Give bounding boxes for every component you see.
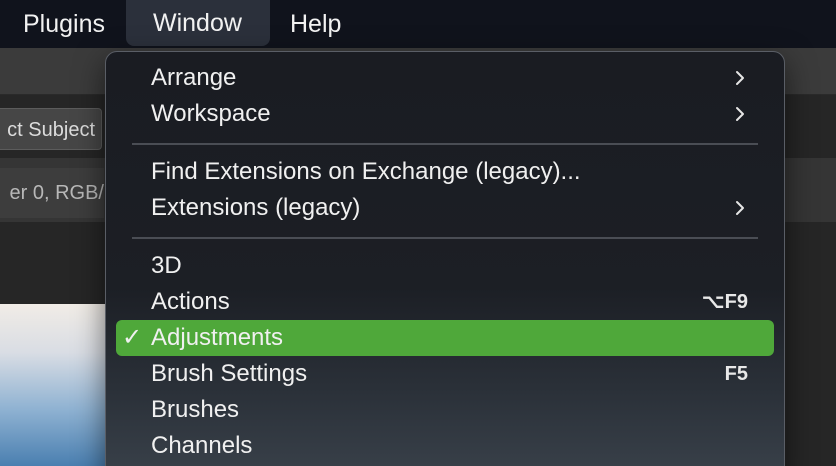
menubar-window[interactable]: Window: [126, 0, 270, 46]
menu-item-arrange[interactable]: Arrange: [116, 60, 774, 96]
menubar-plugins[interactable]: Plugins: [23, 0, 105, 48]
menubar-help[interactable]: Help: [290, 0, 341, 48]
chevron-right-icon: [736, 201, 744, 215]
select-subject-button[interactable]: ct Subject: [0, 108, 102, 150]
menu-item-label: Brushes: [151, 396, 240, 423]
document-tab-label: er 0, RGB/: [9, 182, 104, 204]
menu-item-label: Extensions (legacy): [151, 194, 361, 221]
menu-separator: [132, 143, 758, 145]
menu-item-brushes[interactable]: Brushes: [116, 392, 774, 428]
screen: ct Subject er 0, RGB/ Plugins Window Hel…: [0, 0, 836, 466]
menu-item-label: Channels: [151, 432, 253, 459]
document-tab[interactable]: er 0, RGB/: [0, 168, 104, 218]
menu-item-adjustments[interactable]: ✓ Adjustments: [116, 320, 774, 356]
menu-item-actions[interactable]: Actions ⌥F9: [116, 284, 774, 320]
chevron-right-icon: [736, 71, 744, 85]
menu-item-channels[interactable]: Channels: [116, 428, 774, 464]
menu-bar: Plugins Window Help: [0, 0, 836, 48]
chevron-right-icon: [736, 107, 744, 121]
menu-item-find-extensions[interactable]: Find Extensions on Exchange (legacy)...: [116, 154, 774, 190]
menu-item-label: Adjustments: [151, 324, 284, 351]
menu-separator: [132, 237, 758, 239]
menu-item-brush-settings[interactable]: Brush Settings F5: [116, 356, 774, 392]
menu-item-label: Brush Settings: [151, 360, 308, 387]
menu-item-label: Find Extensions on Exchange (legacy)...: [151, 158, 581, 185]
menu-item-shortcut: F5: [724, 363, 748, 385]
menu-item-extensions[interactable]: Extensions (legacy): [116, 190, 774, 226]
menu-item-label: Arrange: [151, 64, 237, 91]
canvas-image: [0, 304, 110, 466]
menu-item-workspace[interactable]: Workspace: [116, 96, 774, 132]
window-menu: Arrange Workspace Find Extensions on Exc…: [105, 51, 785, 466]
menu-item-3d[interactable]: 3D: [116, 248, 774, 284]
checkmark-icon: ✓: [121, 324, 143, 351]
menu-item-shortcut: ⌥F9: [701, 291, 748, 313]
menu-item-label: Workspace: [151, 100, 271, 127]
menu-item-label: 3D: [151, 252, 182, 279]
menu-item-label: Actions: [151, 288, 230, 315]
